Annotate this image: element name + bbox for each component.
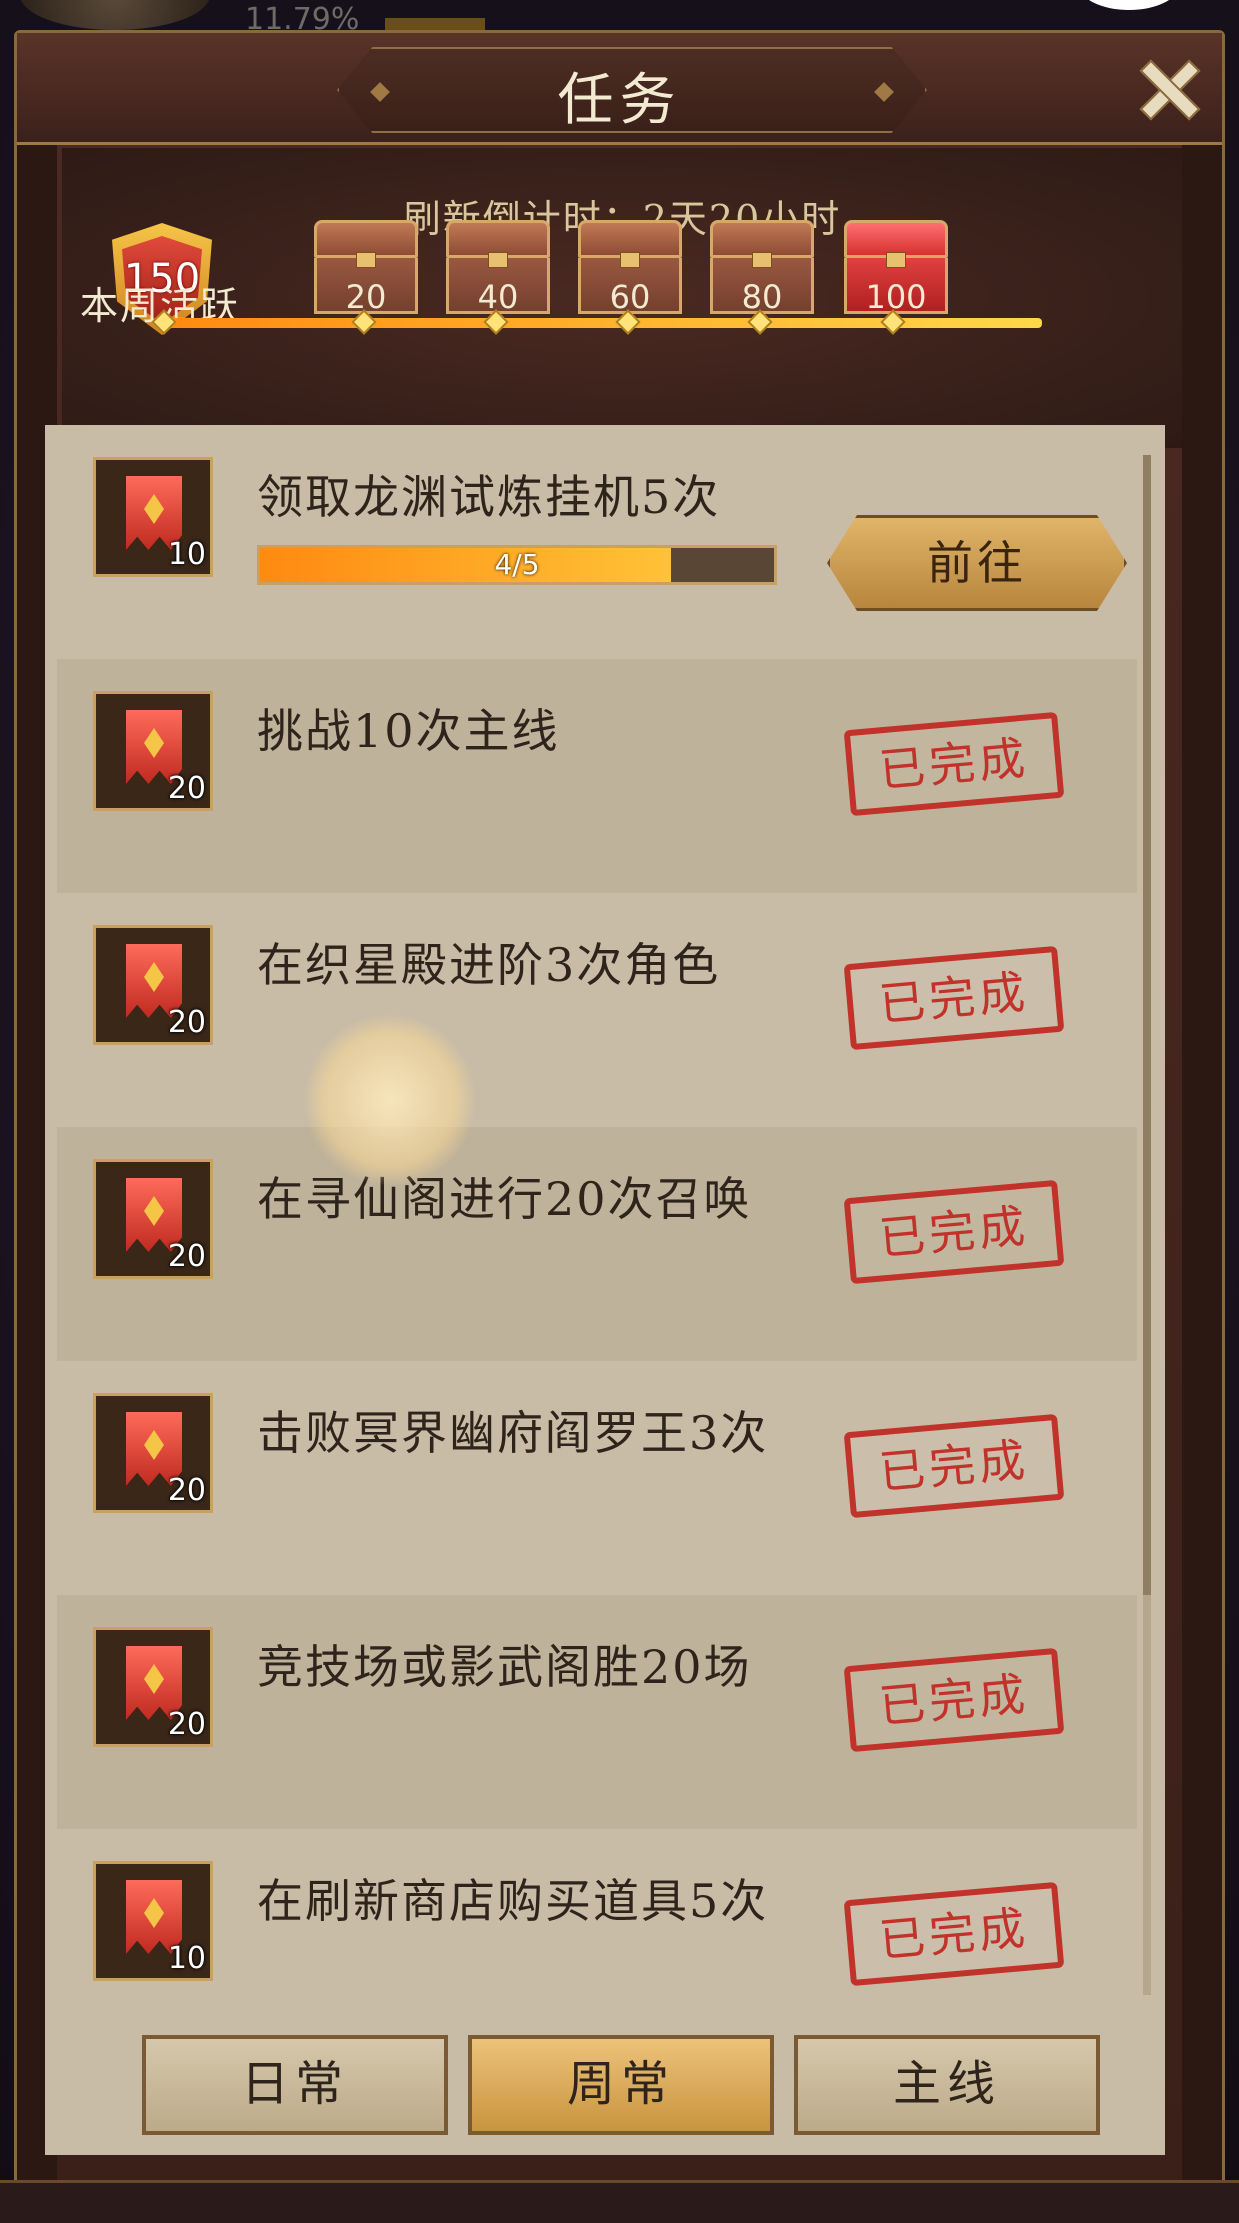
chest-threshold: 100 [865, 278, 927, 316]
task-title: 挑战10次主线 [257, 704, 560, 758]
task-item: 20 在织星殿进阶3次角色 已完成 [57, 893, 1137, 1127]
completed-stamp: 已完成 [843, 1179, 1065, 1285]
task-progress-bar: 4/5 [257, 545, 777, 585]
task-item: 20 击败冥界幽府阎罗王3次 已完成 [57, 1361, 1137, 1595]
activity-banner-icon: 20 [93, 1627, 213, 1747]
task-title: 击败冥界幽府阎罗王3次 [257, 1406, 769, 1460]
task-list-scrollbar[interactable] [1143, 455, 1151, 1995]
completed-stamp: 已完成 [843, 1413, 1065, 1519]
completed-stamp: 已完成 [843, 711, 1065, 817]
tab-weekly[interactable]: 周常 [468, 2035, 774, 2135]
task-title: 领取龙渊试炼挂机5次 [257, 470, 721, 524]
task-item: 20 挑战10次主线 已完成 [57, 659, 1137, 893]
activity-banner-icon: 20 [93, 1159, 213, 1279]
activity-banner-icon: 10 [93, 1861, 213, 1981]
task-item: 20 在寻仙阁进行20次召唤 已完成 [57, 1127, 1137, 1361]
window-title: 任务 [557, 68, 682, 133]
tab-daily[interactable]: 日常 [142, 2035, 448, 2135]
completed-stamp: 已完成 [843, 945, 1065, 1051]
activity-banner-icon: 20 [93, 691, 213, 811]
task-title: 在织星殿进阶3次角色 [257, 938, 721, 992]
menu-circle-icon[interactable] [1079, 0, 1179, 10]
activity-progress-track [162, 318, 1042, 328]
tab-bar: 日常 周常 主线 [45, 1995, 1165, 2155]
task-list[interactable]: 10 领取龙渊试炼挂机5次 4/5 前往 20 挑战10次主线 已完成 20 在… [45, 425, 1165, 1995]
completed-stamp: 已完成 [843, 1881, 1065, 1987]
task-title: 在刷新商店购买道具5次 [257, 1874, 769, 1928]
tap-glow-effect [305, 1015, 475, 1185]
bottom-frame [0, 2180, 1239, 2223]
go-button[interactable]: 前往 [827, 515, 1127, 611]
task-title: 竞技场或影武阁胜20场 [257, 1640, 752, 1694]
activity-banner-icon: 20 [93, 1393, 213, 1513]
weekly-activity-section: 刷新倒计时：2天20小时 150 本周活跃 20 40 60 80 100 [62, 148, 1182, 448]
task-item: 10 在刷新商店购买道具5次 已完成 [57, 1829, 1137, 1995]
close-icon[interactable] [1138, 59, 1196, 117]
task-progress-text: 4/5 [494, 548, 540, 581]
task-title: 在寻仙阁进行20次召唤 [257, 1172, 752, 1226]
task-item: 20 竞技场或影武阁胜20场 已完成 [57, 1595, 1137, 1829]
player-avatar[interactable] [20, 0, 210, 30]
tab-main[interactable]: 主线 [794, 2035, 1100, 2135]
title-bar: 任务 [17, 33, 1222, 145]
task-item: 10 领取龙渊试炼挂机5次 4/5 前往 [57, 425, 1137, 659]
completed-stamp: 已完成 [843, 1647, 1065, 1753]
activity-banner-icon: 10 [93, 457, 213, 577]
activity-banner-icon: 20 [93, 925, 213, 1045]
